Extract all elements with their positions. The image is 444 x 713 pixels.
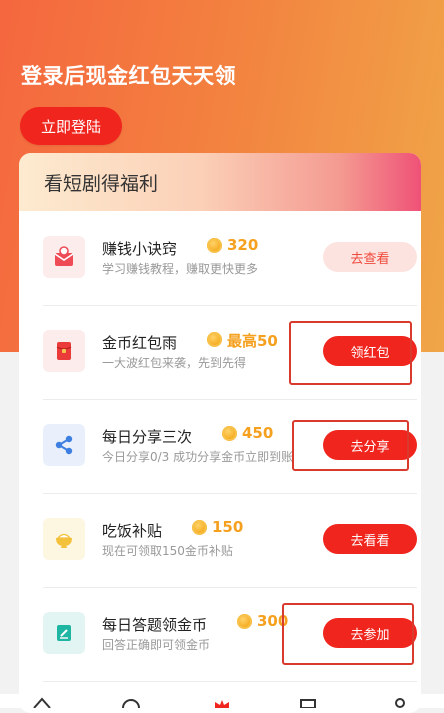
task-amount: 320 <box>227 236 259 254</box>
task-name: 赚钱小诀窍 <box>102 240 178 258</box>
task-name: 每日分享三次 <box>102 428 193 446</box>
profile-icon[interactable] <box>390 697 410 708</box>
rice-bowl-icon <box>43 518 85 560</box>
discover-icon[interactable] <box>121 697 141 708</box>
red-packet-icon <box>43 330 85 372</box>
share-icon <box>43 424 85 466</box>
task-desc: 一大波红包来袭，先到先得 <box>102 356 247 370</box>
view-button[interactable]: 去查看 <box>323 242 417 272</box>
task-item-meal-subsidy: 吃饭补贴 150 现在可领取150金币补贴 去看看 <box>43 493 417 588</box>
card-title: 看短剧得福利 <box>19 153 421 211</box>
task-item-tips: 赚钱小诀窍 320 学习赚钱教程，赚取更快更多 去查看 <box>43 211 417 306</box>
theater-icon[interactable] <box>298 697 318 708</box>
task-amount: 150 <box>212 518 244 536</box>
task-desc: 回答正确即可领金币 <box>102 638 211 652</box>
coin-icon <box>222 426 237 441</box>
highlight-box <box>282 603 414 665</box>
task-name: 金币红包雨 <box>102 334 178 352</box>
home-icon[interactable] <box>32 697 52 708</box>
coin-icon <box>237 614 252 629</box>
task-name: 吃饭补贴 <box>102 522 163 540</box>
task-desc: 现在可领取150金币补贴 <box>102 544 233 558</box>
quiz-icon <box>43 612 85 654</box>
coin-icon <box>207 238 222 253</box>
task-name: 每日答题领金币 <box>102 616 208 634</box>
highlight-box <box>289 321 412 385</box>
envelope-icon <box>43 236 85 278</box>
welfare-tab-icon[interactable] <box>212 697 232 708</box>
task-amount: 最高50 <box>227 332 278 350</box>
task-desc: 今日分享0/3 成功分享金币立即到账 <box>102 450 294 464</box>
bottom-tab-bar <box>0 694 444 708</box>
hero-title: 登录后现金红包天天领 <box>21 64 236 88</box>
coin-icon <box>207 332 222 347</box>
task-amount: 450 <box>242 424 274 442</box>
task-desc: 学习赚钱教程，赚取更快更多 <box>102 262 259 276</box>
look-button[interactable]: 去看看 <box>323 524 417 554</box>
coin-icon <box>192 520 207 535</box>
login-button[interactable]: 立即登陆 <box>20 107 122 145</box>
highlight-box <box>292 420 409 471</box>
